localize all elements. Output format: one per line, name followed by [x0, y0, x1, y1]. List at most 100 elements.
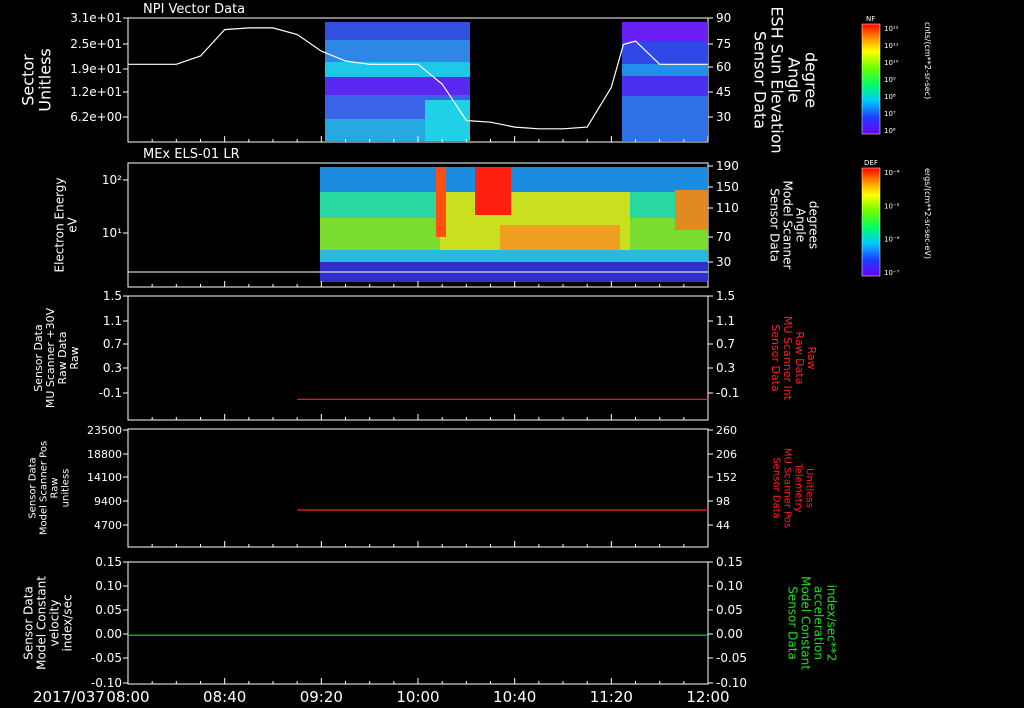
- colorbar-nf-tick: 10¹⁰: [884, 59, 899, 67]
- panel4-ytick-right-label: 98: [716, 495, 730, 508]
- panel2-ytick-right-label: 30: [716, 255, 731, 269]
- panel3-ytick-right-label: -0.1: [716, 386, 739, 400]
- panel2-hot-red-2: [436, 167, 446, 237]
- panel1-block-b-low: [622, 76, 708, 96]
- panel1-ytick-right-label: 75: [716, 37, 731, 51]
- colorbar-nf-unit: cnts/(cm**2-sr-sec): [923, 22, 932, 99]
- panel2-ytick-right-label: 70: [716, 230, 731, 244]
- panel1-ylabel-right: Sensor Data: [751, 31, 770, 129]
- time-axis-tick-label: 10:40: [493, 688, 536, 706]
- panel1-ytick-right-label: 45: [716, 85, 731, 99]
- panel1-ytick-right-label: 90: [716, 11, 731, 25]
- panel3-ytick-left-label: 1.5: [103, 289, 122, 303]
- panel1-ytick-left-label: 2.5e+01: [70, 37, 122, 51]
- panel2-band-top: [320, 167, 708, 192]
- colorbar-def-unit: ergs/(cm**2-sr-sec-eV): [923, 168, 932, 259]
- panel1-block-b-bottom: [622, 96, 708, 141]
- panel3-ytick-right-label: 1.1: [716, 314, 735, 328]
- panel5-ylabel-right: Sensor Data: [786, 586, 800, 660]
- plot-canvas: NPI Vector Data MEx ELS-01 LR NF DEF cnt…: [19, 2, 933, 706]
- panel3-ytick-left-label: -0.1: [99, 386, 122, 400]
- time-axis-tick-label: 08:00: [106, 688, 149, 706]
- panel3-ytick-right-label: 0.3: [716, 361, 735, 375]
- panel4-frame: [127, 428, 709, 548]
- panel3-ytick-right-label: 0.7: [716, 337, 735, 351]
- panel1-ylabel-right: degree: [802, 52, 821, 108]
- panel3-ylabel-right: Raw Data: [793, 332, 806, 385]
- panel1-ylabel-right: Angle: [785, 57, 804, 103]
- panel3-ytick-left-label: 1.1: [103, 314, 122, 328]
- panel2-ylabel-right: Sensor Data: [768, 188, 782, 262]
- panel2-ylabel-left: Electron Energy: [53, 177, 67, 272]
- panel1-block-b-upper2: [622, 42, 708, 64]
- panel1-ytick-left-label: 6.2e+00: [70, 110, 122, 124]
- panel4-ytick-left-label: 4700: [94, 519, 122, 532]
- panel5-ylabel-left: velocity: [48, 600, 62, 647]
- panel4-ytick-right-label: 44: [716, 519, 730, 532]
- panel5-ytick-right-label: -0.05: [716, 651, 747, 665]
- time-axis-tick-label: 08:40: [203, 688, 246, 706]
- panel1-block-b-upper: [622, 22, 708, 42]
- time-axis-tick-label: 12:00: [686, 688, 729, 706]
- panel1-block-b-mid: [622, 64, 708, 76]
- panel1-block-a-upper2: [325, 40, 470, 62]
- panel5-ytick-left-label: 0.15: [95, 555, 122, 569]
- panel2-title: MEx ELS-01 LR: [143, 147, 240, 162]
- panel1-ytick-right-label: 60: [716, 60, 731, 74]
- colorbar-nf-tick: 10⁷: [884, 110, 896, 118]
- panel4-ylabel-left: Raw: [50, 477, 61, 498]
- panel2-ytick-left-label: 10¹: [102, 226, 122, 240]
- panel1-ytick-left-label: 3.1e+01: [70, 11, 122, 25]
- panel4-ytick-right-label: 206: [716, 448, 737, 461]
- panel1-ytick-left-label: 1.9e+01: [70, 62, 122, 76]
- panel4-ytick-right-label: 260: [716, 424, 737, 437]
- panel5-ylabel-left: Model Constant: [35, 576, 49, 670]
- panel4-ylabel-left: unitless: [61, 469, 72, 508]
- panel4-ytick-left-label: 9400: [94, 495, 122, 508]
- colorbar-nf-tick: 10⁸: [884, 93, 896, 101]
- panel1-ylabel-right: ESH Sun Elevation: [768, 6, 787, 153]
- panel4-ylabel-right: Unitless: [804, 468, 815, 508]
- panel5-ylabel-left: index/sec: [61, 594, 75, 651]
- panel5-ylabel-left: Sensor Data: [22, 586, 36, 660]
- panel1-ytick-left-label: 1.2e+01: [70, 85, 122, 99]
- panel5-ytick-right-label: 0.10: [716, 579, 743, 593]
- panel4-ytick-left-label: 18800: [87, 448, 122, 461]
- panel5-ytick-left-label: -0.05: [91, 651, 122, 665]
- panel2-ytick-left-label: 10²: [102, 173, 122, 187]
- time-axis-tick-label: 10:00: [396, 688, 439, 706]
- panel5-ytick-left-label: 0.10: [95, 579, 122, 593]
- colorbar-nf-tick: 10⁶: [884, 127, 896, 135]
- panel1-ylabel-left: Unitless: [36, 48, 55, 112]
- panel5-ytick-left-label: 0.05: [95, 603, 122, 617]
- panel1-spectrogram: [325, 22, 708, 141]
- panel5-ytick-right-label: 0.15: [716, 555, 743, 569]
- panel5-ytick-right-label: 0.05: [716, 603, 743, 617]
- colorbar-nf-tick: 10¹²: [884, 25, 899, 33]
- panel5-ylabel-right: Model Constant: [799, 576, 813, 670]
- panel3-ytick-left-label: 0.7: [103, 337, 122, 351]
- colorbar-nf-tick: 10¹¹: [884, 42, 899, 50]
- panel1-block-a-upper: [325, 22, 470, 40]
- panel2-ylabel-right: Model Scanner: [781, 181, 795, 270]
- panel2-ytick-right-label: 150: [716, 180, 739, 194]
- colorbar-nf-tick: 10⁹: [884, 76, 896, 84]
- panel4-ylabel-left: Model Scanner Pos: [39, 441, 50, 535]
- colorbar-def: [861, 167, 881, 277]
- panel3-ylabel-right: MU Scanner Int: [781, 316, 794, 401]
- panel4-ytick-right-label: 152: [716, 471, 737, 484]
- panel2-hot-right: [675, 190, 708, 230]
- panel2-band-low: [320, 250, 708, 262]
- panel3-ytick-right-label: 1.5: [716, 289, 735, 303]
- colorbar-def-tick: 10⁻⁷: [884, 269, 900, 277]
- colorbar-def-label: DEF: [864, 159, 878, 167]
- panel4-ylabel-right: Sensor Data: [771, 457, 782, 518]
- panel4-ytick-left-label: 23500: [87, 424, 122, 437]
- panel5-frame: [127, 561, 709, 685]
- panel2-ytick-right-label: 110: [716, 201, 739, 215]
- panel5-ytick-left-label: 0.00: [95, 627, 122, 641]
- panel1-title: NPI Vector Data: [143, 2, 245, 17]
- panel2-ylabel-right: degrees: [807, 201, 821, 249]
- panel5-ylabel-right: index/sec**2: [825, 585, 839, 662]
- panel2-hot-red-1: [475, 167, 511, 215]
